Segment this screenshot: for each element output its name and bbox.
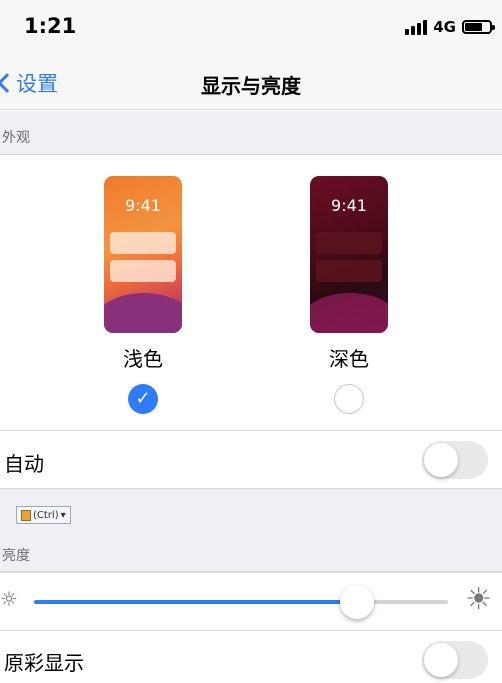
preview-notification [110, 232, 176, 254]
paste-options-button[interactable]: (Ctrl) ▾ [16, 506, 71, 524]
light-mode-preview[interactable]: 9:41 [104, 176, 182, 333]
auto-appearance-toggle[interactable] [422, 441, 488, 479]
preview-time: 9:41 [331, 196, 367, 215]
navigation-bar: 设置 显示与亮度 [0, 56, 502, 110]
dropdown-arrow-icon: ▾ [60, 509, 66, 521]
sun-large-icon: ☀ [465, 582, 492, 617]
preview-time: 9:41 [125, 196, 161, 215]
status-bar: 1:21 4G [0, 0, 502, 56]
sun-small-icon: ☼ [0, 587, 18, 611]
brightness-slider-thumb[interactable] [339, 585, 374, 619]
preview-notification [316, 232, 382, 254]
dark-mode-radio[interactable] [334, 384, 364, 414]
true-tone-toggle[interactable] [422, 641, 488, 679]
auto-label: 自动 [4, 452, 44, 476]
brightness-slider-fill [34, 600, 357, 604]
brightness-slider[interactable] [34, 585, 448, 619]
toggle-knob [424, 443, 458, 477]
section-header-appearance: 外观 [0, 111, 502, 155]
network-type: 4G [433, 18, 456, 36]
true-tone-row: 原彩显示 [0, 630, 502, 683]
paste-options-label: (Ctrl) [33, 509, 59, 521]
battery-level [465, 23, 482, 31]
checkmark-icon: ✓ [135, 388, 151, 409]
page-title: 显示与亮度 [201, 74, 301, 98]
signal-icon [405, 19, 428, 35]
dark-mode-preview[interactable]: 9:41 [310, 176, 388, 333]
toggle-knob [424, 643, 458, 677]
brightness-slider-row: ☼ ☀ [0, 572, 502, 630]
clipboard-icon [21, 509, 31, 521]
status-indicators: 4G [405, 18, 495, 36]
appearance-option-label: 深色 [329, 347, 369, 371]
preview-notification [110, 260, 176, 282]
battery-icon [462, 20, 495, 34]
status-time: 1:21 [24, 14, 77, 38]
appearance-panel: 9:41 浅色 ✓ 9:41 深色 [0, 156, 502, 430]
preview-wallpaper-wave [310, 293, 388, 333]
section-header-brightness-area: (Ctrl) ▾ 亮度 [0, 488, 502, 572]
appearance-option-light[interactable]: 9:41 浅色 ✓ [98, 176, 188, 414]
preview-wallpaper-wave [104, 293, 182, 333]
auto-appearance-row: 自动 [0, 430, 502, 488]
appearance-option-dark[interactable]: 9:41 深色 [304, 176, 394, 414]
preview-notification [316, 260, 382, 282]
appearance-option-label: 浅色 [123, 347, 163, 371]
section-header-brightness: 亮度 [2, 548, 30, 564]
light-mode-radio[interactable]: ✓ [128, 384, 158, 414]
true-tone-label: 原彩显示 [4, 651, 84, 675]
